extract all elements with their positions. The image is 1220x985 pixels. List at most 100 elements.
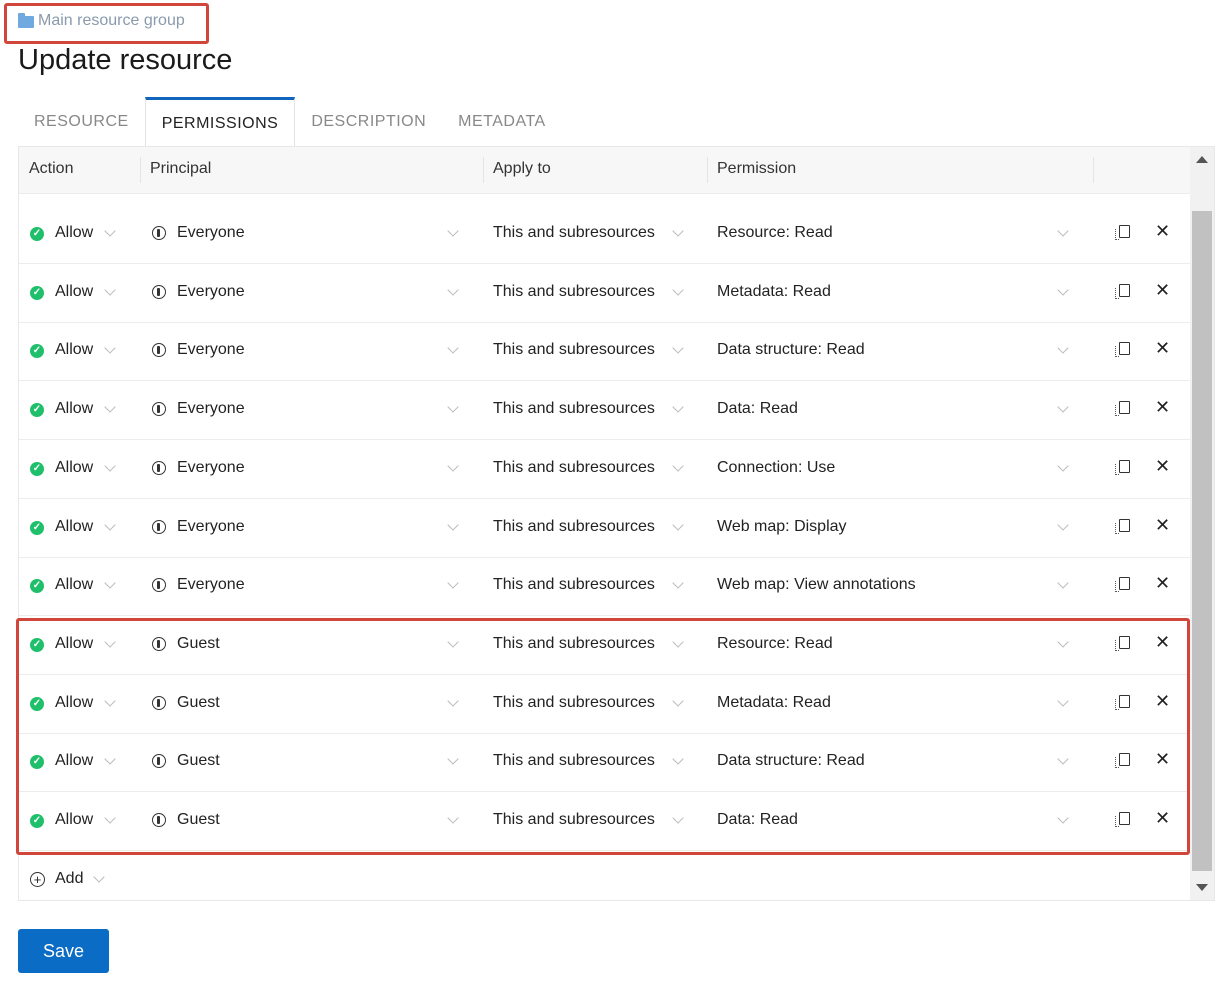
permission-select[interactable]: Metadata: Read — [717, 694, 831, 712]
chevron-down-icon[interactable] — [104, 284, 116, 296]
chevron-down-icon[interactable] — [447, 342, 459, 355]
apply-to-select[interactable]: This and subresources — [493, 459, 655, 477]
chevron-down-icon[interactable] — [104, 401, 116, 413]
chevron-down-icon[interactable] — [1057, 401, 1069, 413]
copy-icon[interactable] — [1115, 753, 1130, 769]
chevron-down-icon[interactable] — [447, 401, 459, 413]
chevron-down-icon[interactable] — [447, 225, 459, 237]
chevron-down-icon[interactable] — [1057, 284, 1069, 296]
permission-select[interactable]: Resource: Read — [717, 635, 833, 653]
permission-select[interactable]: Connection: Use — [717, 459, 835, 477]
copy-icon[interactable] — [1115, 342, 1130, 358]
chevron-down-icon[interactable] — [672, 401, 684, 413]
chevron-down-icon[interactable] — [1057, 753, 1069, 765]
chevron-down-icon[interactable] — [1057, 694, 1069, 707]
action-select[interactable]: Allow — [55, 283, 93, 301]
chevron-down-icon[interactable] — [672, 577, 684, 589]
tab-metadata[interactable]: METADATA — [442, 97, 562, 146]
apply-to-select[interactable]: This and subresources — [493, 400, 655, 418]
principal-select[interactable]: Guest — [177, 811, 220, 829]
chevron-down-icon[interactable] — [672, 753, 684, 765]
close-icon[interactable]: ✕ — [1155, 749, 1170, 770]
apply-to-select[interactable]: This and subresources — [493, 518, 655, 536]
action-select[interactable]: Allow — [55, 400, 93, 418]
close-icon[interactable]: ✕ — [1155, 515, 1170, 536]
apply-to-select[interactable]: This and subresources — [493, 752, 655, 770]
permission-select[interactable]: Data structure: Read — [717, 752, 865, 770]
chevron-down-icon[interactable] — [447, 753, 459, 765]
copy-icon[interactable] — [1115, 283, 1130, 299]
scrollbar-thumb[interactable] — [1192, 211, 1212, 871]
principal-select[interactable]: Everyone — [177, 400, 245, 418]
close-icon[interactable]: ✕ — [1155, 808, 1170, 829]
apply-to-select[interactable]: This and subresources — [493, 635, 655, 653]
chevron-down-icon[interactable] — [104, 225, 116, 237]
chevron-down-icon[interactable] — [1057, 225, 1069, 237]
chevron-down-icon[interactable] — [1057, 812, 1069, 824]
chevron-down-icon[interactable] — [104, 577, 116, 589]
chevron-down-icon[interactable] — [104, 342, 116, 355]
apply-to-select[interactable]: This and subresources — [493, 224, 655, 242]
action-select[interactable]: Allow — [55, 694, 93, 712]
tab-description[interactable]: DESCRIPTION — [295, 97, 442, 146]
chevron-down-icon[interactable] — [447, 694, 459, 707]
copy-icon[interactable] — [1115, 518, 1130, 534]
principal-select[interactable]: Everyone — [177, 224, 245, 242]
action-select[interactable]: Allow — [55, 576, 93, 594]
apply-to-select[interactable]: This and subresources — [493, 694, 655, 712]
chevron-down-icon[interactable] — [1057, 342, 1069, 355]
permission-select[interactable]: Data: Read — [717, 400, 798, 418]
chevron-down-icon[interactable] — [672, 694, 684, 707]
close-icon[interactable]: ✕ — [1155, 221, 1170, 242]
principal-select[interactable]: Everyone — [177, 341, 245, 359]
chevron-down-icon[interactable] — [447, 812, 459, 824]
chevron-down-icon[interactable] — [447, 284, 459, 296]
principal-select[interactable]: Everyone — [177, 283, 245, 301]
permission-select[interactable]: Data: Read — [717, 811, 798, 829]
action-select[interactable]: Allow — [55, 341, 93, 359]
action-select[interactable]: Allow — [55, 635, 93, 653]
chevron-down-icon[interactable] — [447, 518, 459, 531]
action-select[interactable]: Allow — [55, 224, 93, 242]
tab-resource[interactable]: RESOURCE — [18, 97, 145, 146]
copy-icon[interactable] — [1115, 577, 1130, 593]
principal-select[interactable]: Everyone — [177, 576, 245, 594]
principal-select[interactable]: Guest — [177, 694, 220, 712]
add-row[interactable]: + Add — [19, 851, 1190, 909]
chevron-down-icon[interactable] — [104, 812, 116, 824]
permission-select[interactable]: Web map: View annotations — [717, 576, 916, 594]
chevron-down-icon[interactable] — [447, 636, 459, 648]
copy-icon[interactable] — [1115, 225, 1130, 240]
principal-select[interactable]: Guest — [177, 752, 220, 770]
chevron-down-icon[interactable] — [672, 518, 684, 531]
chevron-down-icon[interactable] — [672, 636, 684, 648]
chevron-down-icon[interactable] — [672, 812, 684, 824]
add-button[interactable]: Add — [55, 870, 83, 888]
principal-select[interactable]: Everyone — [177, 459, 245, 477]
chevron-down-icon[interactable] — [672, 284, 684, 296]
close-icon[interactable]: ✕ — [1155, 456, 1170, 477]
chevron-down-icon[interactable] — [447, 460, 459, 472]
permission-select[interactable]: Data structure: Read — [717, 341, 865, 359]
apply-to-select[interactable]: This and subresources — [493, 283, 655, 301]
save-button[interactable]: Save — [18, 929, 109, 973]
scroll-up-icon[interactable] — [1196, 156, 1208, 163]
action-select[interactable]: Allow — [55, 811, 93, 829]
chevron-down-icon[interactable] — [1057, 518, 1069, 531]
scroll-down-icon[interactable] — [1196, 884, 1208, 891]
chevron-down-icon[interactable] — [1057, 636, 1069, 648]
action-select[interactable]: Allow — [55, 459, 93, 477]
close-icon[interactable]: ✕ — [1155, 573, 1170, 594]
chevron-down-icon[interactable] — [104, 460, 116, 472]
copy-icon[interactable] — [1115, 401, 1130, 417]
copy-icon[interactable] — [1115, 694, 1130, 710]
chevron-down-icon[interactable] — [1057, 460, 1069, 472]
permission-select[interactable]: Web map: Display — [717, 518, 847, 536]
close-icon[interactable]: ✕ — [1155, 632, 1170, 653]
apply-to-select[interactable]: This and subresources — [493, 576, 655, 594]
close-icon[interactable]: ✕ — [1155, 280, 1170, 301]
action-select[interactable]: Allow — [55, 752, 93, 770]
apply-to-select[interactable]: This and subresources — [493, 811, 655, 829]
close-icon[interactable]: ✕ — [1155, 397, 1170, 418]
chevron-down-icon[interactable] — [104, 694, 116, 707]
